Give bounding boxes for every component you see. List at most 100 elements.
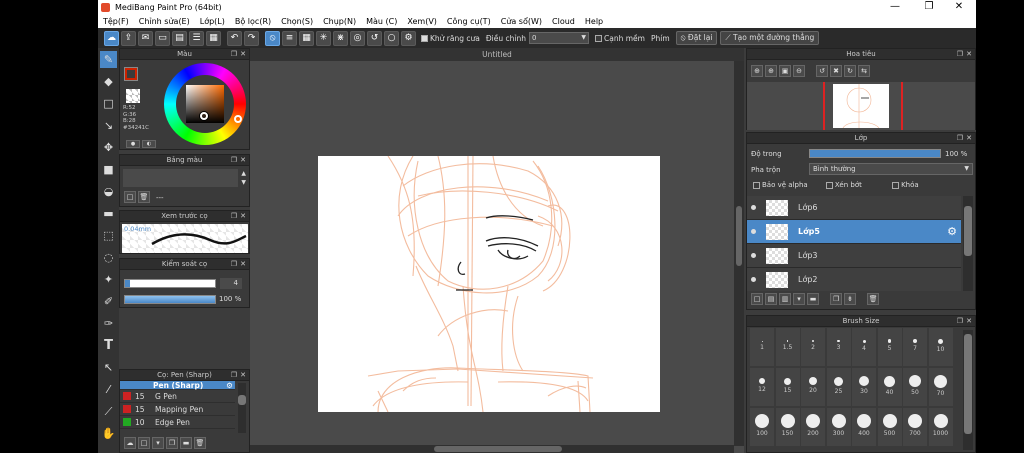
brush-size-cell[interactable]: 700: [903, 408, 927, 446]
canvas-horizontal-scrollbar[interactable]: [250, 445, 734, 453]
eyedropper-tool-icon[interactable]: ⟋: [100, 403, 117, 420]
blend-mode-select[interactable]: Bình thường ▼: [809, 163, 973, 175]
primary-color-swatch[interactable]: [124, 67, 138, 81]
add-layer-menu-icon[interactable]: ▾: [793, 293, 805, 305]
zoom-fit-icon[interactable]: ⊕: [765, 65, 777, 77]
grid-snap-icon[interactable]: ▦: [299, 30, 314, 46]
brush-size-cell[interactable]: 25: [826, 368, 851, 406]
copy-brush-icon[interactable]: ❐: [166, 437, 178, 449]
detach-icon[interactable]: ❐: [231, 49, 237, 59]
zoom-out-icon[interactable]: ⊖: [793, 65, 805, 77]
hue-handle[interactable]: [234, 115, 242, 123]
operation-tool-icon[interactable]: ↖: [100, 359, 117, 376]
layer-item-3[interactable]: Lớp3: [747, 244, 961, 268]
new-halftone-layer-icon[interactable]: ▤: [765, 293, 777, 305]
menu-window[interactable]: Cửa sổ(W): [496, 17, 547, 26]
visibility-eye-icon[interactable]: [751, 205, 756, 210]
canvas-vertical-scrollbar[interactable]: [734, 61, 744, 446]
brush-size-cell[interactable]: 12: [750, 368, 774, 406]
close-icon[interactable]: ✕: [966, 49, 972, 59]
zoom-in-icon[interactable]: ⊕: [751, 65, 763, 77]
antialias-checkbox[interactable]: [421, 35, 428, 42]
clipping-checkbox[interactable]: [825, 181, 833, 189]
layer-opacity-slider[interactable]: [809, 149, 941, 158]
rotate-left-icon[interactable]: ↺: [816, 65, 829, 77]
delete-brush-icon[interactable]: 🗑: [194, 437, 206, 449]
comment-icon[interactable]: ✉: [138, 30, 153, 46]
palette-swatches[interactable]: [123, 169, 238, 187]
brush-size-cell[interactable]: 70: [928, 368, 953, 406]
brush-size-cell[interactable]: 5: [877, 328, 902, 366]
menu-cloud[interactable]: Cloud: [547, 17, 580, 26]
detach-icon[interactable]: ❐: [231, 259, 237, 269]
color-mode-icon[interactable]: ●: [126, 139, 140, 148]
detach-icon[interactable]: ❐: [957, 133, 963, 143]
divide-tool-icon[interactable]: ⁄: [100, 381, 117, 398]
brush-size-cell[interactable]: 500: [877, 408, 902, 446]
upload-icon[interactable]: ⇪: [121, 30, 136, 46]
delete-palette-icon[interactable]: 🗑: [138, 191, 150, 203]
settings-snap-icon[interactable]: ⚙: [401, 30, 416, 46]
brush-size-cell[interactable]: 3: [826, 328, 851, 366]
palette-scroll-arrows[interactable]: ▲ ▼: [241, 169, 246, 187]
select-tool-icon[interactable]: ⬚: [100, 227, 117, 244]
gradient-tool-icon[interactable]: ▬: [100, 205, 117, 222]
close-button[interactable]: ✕: [946, 0, 972, 14]
brush-size-cell[interactable]: 100: [750, 408, 774, 446]
brush-size-scrollbar[interactable]: [963, 330, 973, 450]
visibility-eye-icon[interactable]: [751, 253, 756, 258]
protect-alpha-checkbox[interactable]: [753, 181, 760, 189]
menu-help[interactable]: Help: [580, 17, 608, 26]
brush-item-mapping-pen[interactable]: 15 Mapping Pen: [120, 403, 235, 416]
detach-icon[interactable]: ❐: [231, 370, 237, 380]
brush-size-cell[interactable]: 30: [852, 368, 876, 406]
brush-size-cell[interactable]: 40: [877, 368, 902, 406]
radial-line-icon[interactable]: ⋇: [333, 30, 348, 46]
hue-ring[interactable]: [164, 63, 246, 145]
menu-view[interactable]: Xem(V): [402, 17, 442, 26]
curve-snap-icon[interactable]: ↺: [367, 30, 382, 46]
flip-icon[interactable]: ⇆: [858, 65, 871, 77]
straight-line-button[interactable]: ⟋ Tạo một đường thẳng: [720, 31, 820, 45]
cloud-brush-icon[interactable]: ☁: [124, 437, 136, 449]
hand-tool-icon[interactable]: ✋: [100, 425, 117, 442]
brush-size-cell[interactable]: 2: [801, 328, 825, 366]
brush-size-cell[interactable]: 1000: [928, 408, 953, 446]
select-eraser-icon[interactable]: ✑: [100, 315, 117, 332]
brush-size-value[interactable]: 4: [220, 278, 242, 289]
layer-item-5[interactable]: Lớp5 ⚙: [747, 220, 961, 244]
brush-item-edge-pen[interactable]: 10 Edge Pen: [120, 416, 235, 429]
radial-snap-icon[interactable]: ✳: [316, 30, 331, 46]
detach-icon[interactable]: ❐: [957, 316, 963, 326]
brush-size-cell[interactable]: 20: [801, 368, 825, 406]
layer-list-scrollbar[interactable]: [963, 196, 973, 291]
layer-item-6[interactable]: Lớp6: [747, 196, 961, 220]
lasso-tool-icon[interactable]: ◌: [100, 249, 117, 266]
merge-layer-icon[interactable]: ⇟: [844, 293, 857, 305]
maximize-button[interactable]: ❐: [916, 0, 942, 14]
new-layer-icon[interactable]: □: [751, 293, 763, 305]
brush-size-cell[interactable]: 1: [750, 328, 774, 366]
lock-checkbox[interactable]: [892, 181, 900, 189]
brush-size-cell[interactable]: 4: [852, 328, 876, 366]
brush-size-cell[interactable]: 10: [928, 328, 953, 366]
menu-select[interactable]: Chọn(S): [276, 17, 318, 26]
visibility-eye-icon[interactable]: [751, 277, 756, 282]
frame-icon[interactable]: ▭: [155, 30, 170, 46]
minimize-button[interactable]: —: [882, 0, 908, 14]
close-icon[interactable]: ✕: [240, 49, 246, 59]
list-icon[interactable]: ☰: [189, 30, 204, 46]
detach-icon[interactable]: ❐: [957, 49, 963, 59]
blur-tool-icon[interactable]: ↘: [100, 117, 117, 134]
add-brush-menu-icon[interactable]: ▾: [152, 437, 164, 449]
drawing-canvas[interactable]: [318, 155, 660, 413]
brush-size-cell[interactable]: 7: [903, 328, 927, 366]
snap-off-icon[interactable]: ⦸: [265, 30, 280, 46]
menu-color[interactable]: Màu (C): [361, 17, 402, 26]
folder-icon[interactable]: ▬: [180, 437, 192, 449]
dot-tool-icon[interactable]: □: [100, 95, 117, 112]
brush-size-cell[interactable]: 15: [775, 368, 800, 406]
ellipse-snap-icon[interactable]: ○: [384, 30, 399, 46]
magic-wand-icon[interactable]: ✦: [100, 271, 117, 288]
brush-list-scrollbar[interactable]: [238, 383, 246, 433]
